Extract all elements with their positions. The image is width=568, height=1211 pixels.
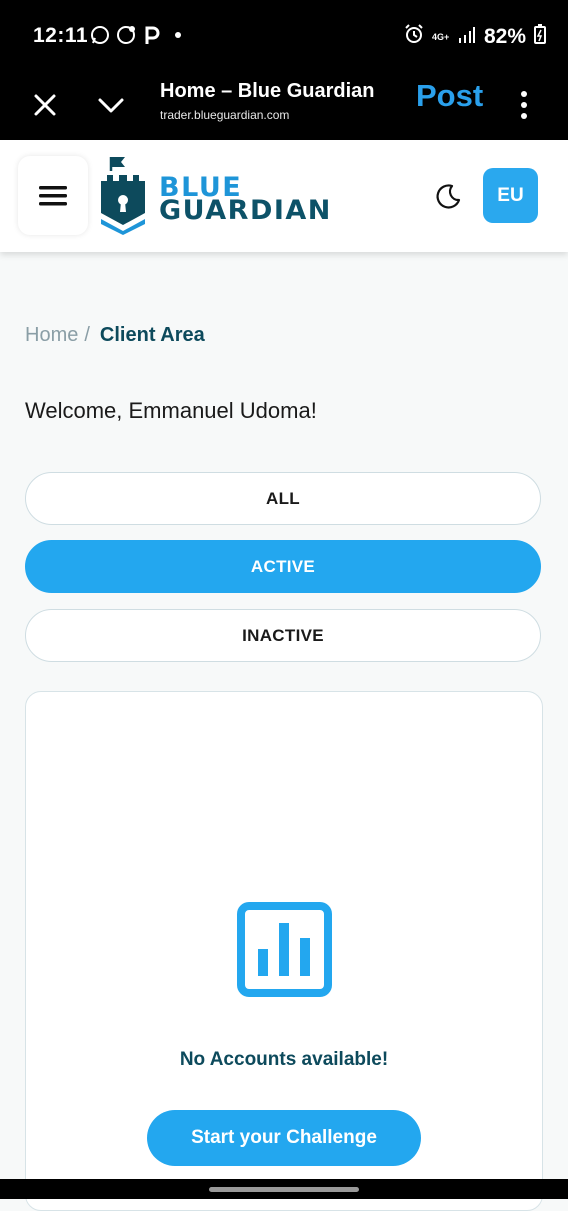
post-button[interactable]: Post (416, 78, 483, 114)
custom-tab-bar: Home – Blue Guardian trader.blueguardian… (0, 76, 568, 140)
navigation-bar (0, 1179, 568, 1199)
notification-icons (90, 25, 188, 45)
alarm-icon (404, 24, 424, 50)
battery-charging-icon (534, 24, 546, 50)
chevron-down-icon[interactable] (96, 90, 126, 120)
battery-level: 82% (483, 25, 526, 48)
accounts-card: No Accounts available! Start your Challe… (25, 691, 543, 1211)
breadcrumb-current: Client Area (99, 324, 205, 346)
pinterest-p-icon (142, 25, 162, 45)
menu-button[interactable] (18, 156, 88, 235)
whatsapp-business-icon (116, 25, 136, 45)
logo-line-2: GUARDIAN (159, 195, 332, 226)
breadcrumb: Home / Client Area (25, 324, 205, 347)
close-icon[interactable] (30, 90, 60, 120)
breadcrumb-separator: / (84, 324, 90, 346)
network-label: 4G+ (431, 31, 450, 42)
dot-icon (168, 25, 188, 45)
castle-logo-icon[interactable] (99, 155, 147, 235)
site-header: BLUE GUARDIAN EU (0, 140, 568, 252)
page-title: Home – Blue Guardian (160, 80, 375, 102)
status-time: 12:11 (33, 24, 89, 47)
signal-icon (458, 25, 476, 49)
filter-all-button[interactable]: ALL (25, 472, 541, 525)
status-bar: 12:11 4G+ 82% (0, 0, 568, 76)
filter-inactive-button[interactable]: INACTIVE (25, 609, 541, 662)
language-button[interactable]: EU (483, 168, 538, 223)
page-url: trader.blueguardian.com (160, 108, 290, 122)
welcome-message: Welcome, Emmanuel Udoma! (25, 398, 317, 423)
status-right: 4G+ 82% (404, 24, 546, 50)
more-options-icon[interactable] (514, 88, 534, 122)
brand-logo-text[interactable]: BLUE GUARDIAN (159, 174, 332, 226)
hamburger-icon (39, 185, 67, 205)
home-gesture-handle[interactable] (209, 1187, 359, 1192)
start-challenge-button[interactable]: Start your Challenge (147, 1110, 421, 1166)
whatsapp-icon (90, 25, 110, 45)
moon-icon[interactable] (432, 180, 464, 212)
empty-state-message: No Accounts available! (179, 1049, 389, 1070)
bar-chart-icon (237, 902, 332, 997)
filter-active-button[interactable]: ACTIVE (25, 540, 541, 593)
breadcrumb-home-link[interactable]: Home (25, 324, 78, 346)
